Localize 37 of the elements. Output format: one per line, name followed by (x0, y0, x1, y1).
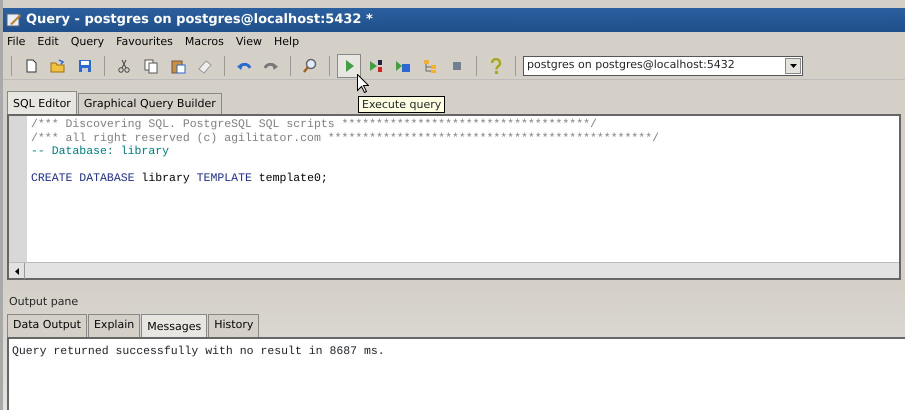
tab[interactable]: Explain (88, 314, 140, 337)
tooltip: Execute query (358, 96, 446, 113)
tab[interactable]: SQL Editor (7, 90, 77, 114)
menu-item[interactable]: View (236, 34, 262, 50)
play-script-icon (368, 58, 384, 74)
menu-item[interactable]: Edit (37, 34, 59, 50)
menu-item[interactable]: Help (274, 34, 300, 50)
copy-icon (143, 58, 159, 74)
menu-item[interactable]: Query (70, 34, 104, 50)
connection-dropdown[interactable]: postgres on postgres@localhost:5432 (523, 56, 803, 76)
menu-item[interactable]: File (7, 34, 26, 50)
tab[interactable]: Messages (141, 314, 208, 337)
scissors-icon (116, 58, 132, 74)
menu-item[interactable]: Macros (184, 34, 224, 50)
code-line: -- Database: library (31, 145, 170, 158)
pane-title: Output pane (8, 294, 80, 310)
message-text: Query returned successfully with no result in 8687 ms. (12, 345, 385, 358)
app-icon (6, 12, 22, 28)
horizontal-scrollbar[interactable] (9, 262, 899, 278)
mouse-cursor-icon (357, 74, 369, 93)
tab[interactable]: Data Output (7, 314, 87, 337)
scroll-left-icon[interactable] (14, 268, 18, 274)
code-line: /*** Discovering SQL. PostgreSQL SQL scripts ************************************/ (31, 118, 598, 132)
tree-icon (422, 58, 438, 74)
open-folder-icon (50, 58, 66, 74)
tab[interactable]: History (208, 314, 260, 337)
search-icon (302, 58, 318, 74)
eraser-icon (197, 58, 213, 74)
dropdown-caret-icon (790, 64, 796, 68)
window-title: Query - postgres on postgres@localhost:5432 * (26, 11, 373, 30)
code-line: CREATE DATABASE library TEMPLATE template0; (31, 172, 329, 186)
menu-item[interactable]: Favourites (116, 34, 173, 50)
help-icon (488, 58, 504, 74)
tab[interactable]: Graphical Query Builder (78, 92, 222, 114)
save-icon (77, 58, 93, 74)
code-line: /*** all right reserved (c) agilitator.com ***********************************************/ (31, 132, 660, 145)
paste-icon (170, 58, 186, 74)
